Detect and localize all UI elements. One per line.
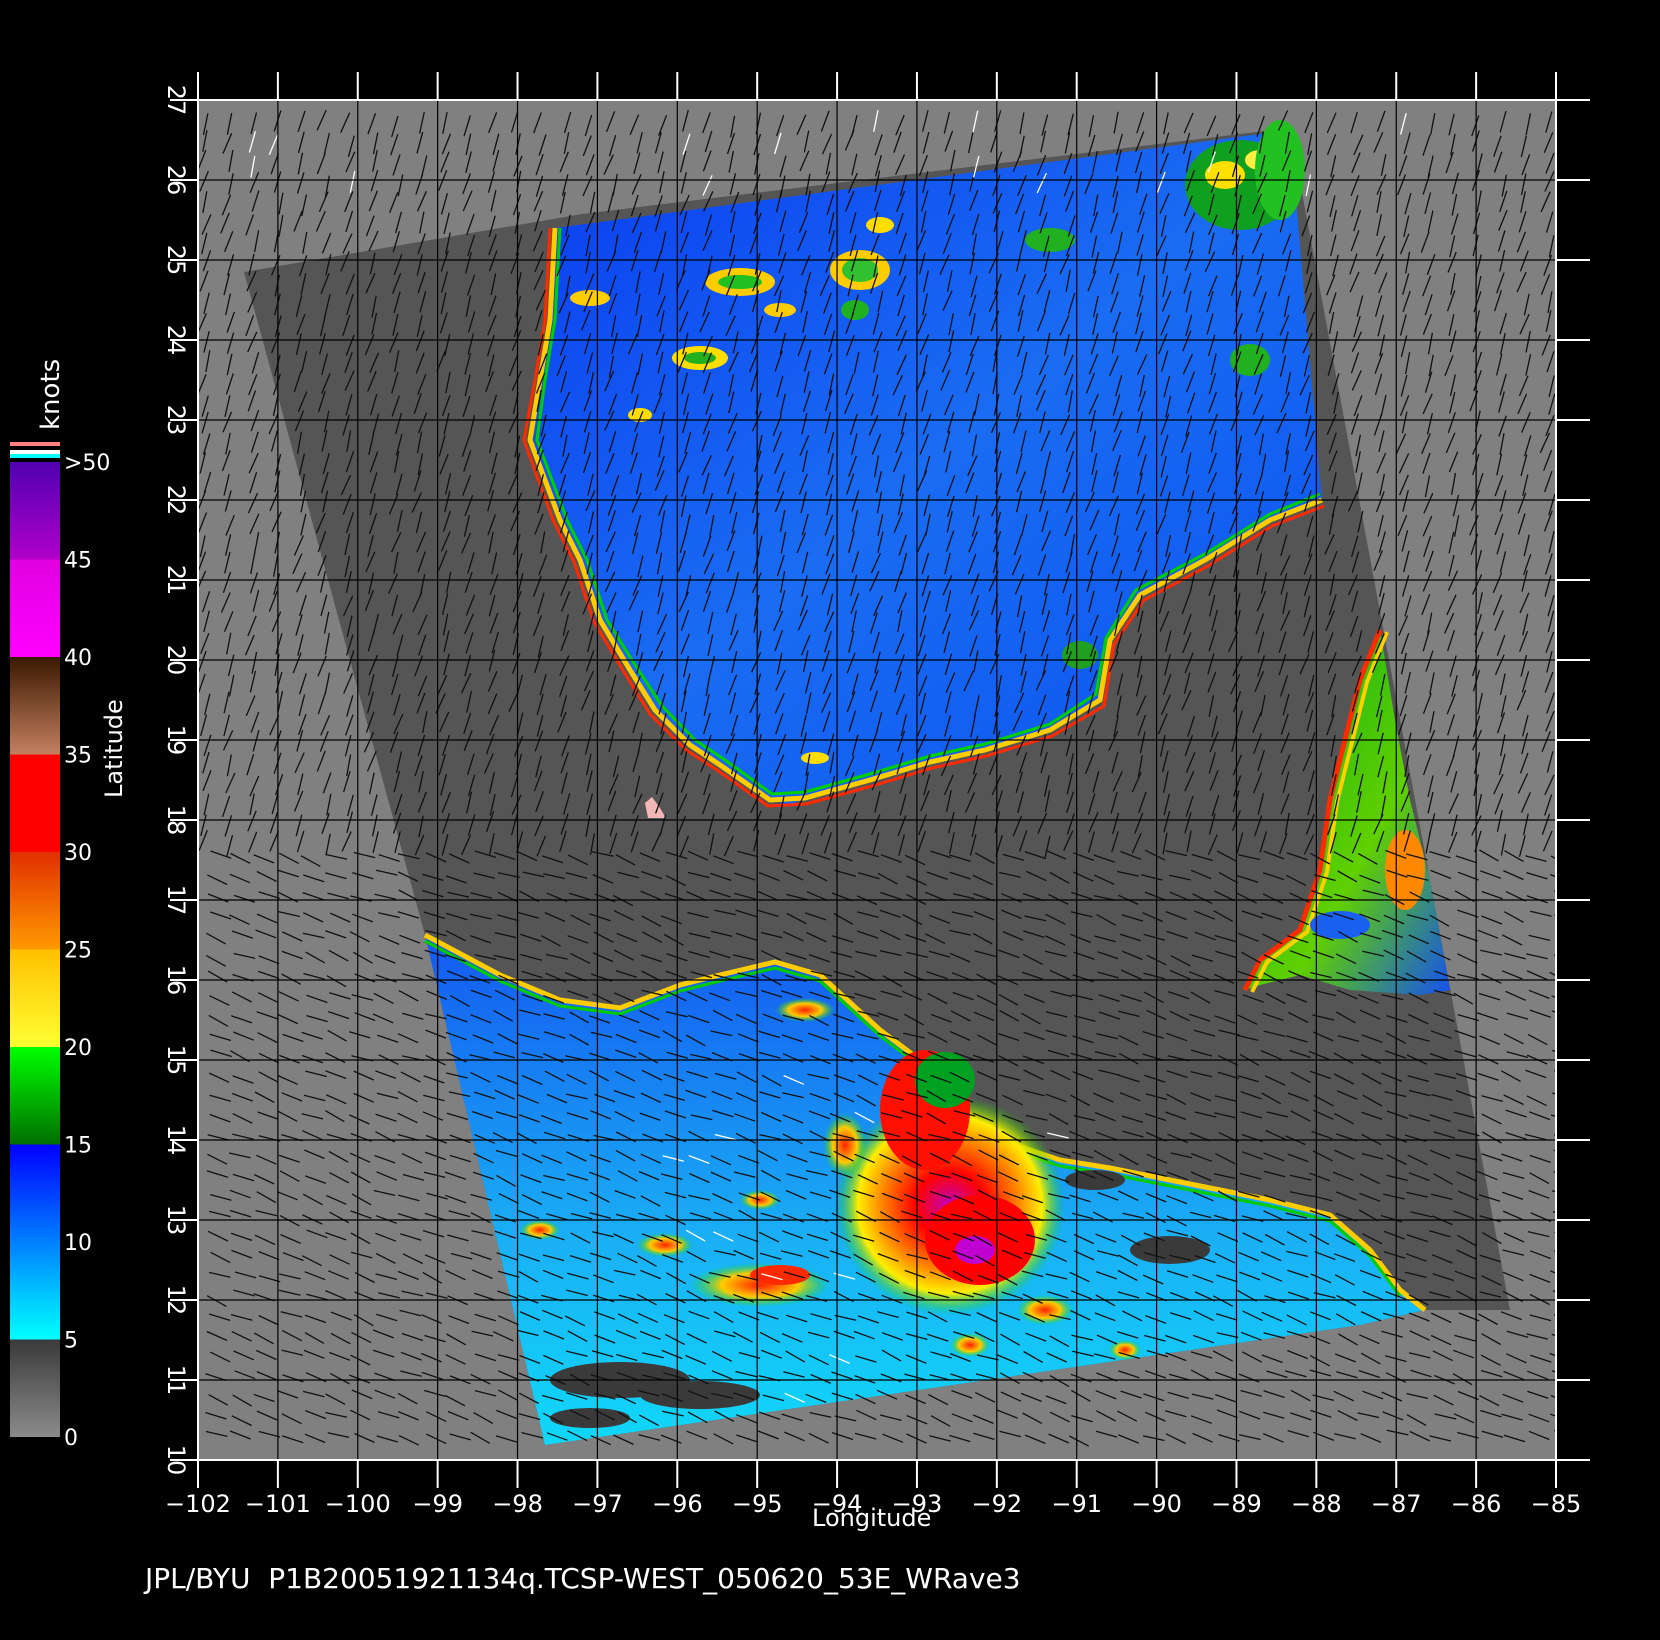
wind-vector	[1553, 1314, 1556, 1317]
colorbar-band	[10, 559, 60, 657]
y-tick-label: 10	[162, 1445, 190, 1476]
colorbar-label: 35	[64, 744, 92, 769]
colorbar-label: 10	[64, 1231, 92, 1256]
x-tick-label: −97	[572, 1490, 623, 1518]
colorbar-unit: knots	[36, 358, 66, 430]
y-tick-label: 23	[162, 405, 190, 436]
colorbar-band	[10, 657, 60, 755]
x-tick-label: −102	[165, 1490, 231, 1518]
y-tick-label: 21	[162, 565, 190, 596]
wind-map: −102 −101 −100 −99 −98 −97 −96 −95 −94 −93 −92 −91−…	[10, 72, 1590, 1518]
y-tick-label: 26	[162, 165, 190, 196]
x-tick-label: −85	[1531, 1490, 1582, 1518]
colorbar-labels: >50 45 40 35 30 25 20 15 10 5 0	[64, 451, 110, 1451]
x-tick-label: −86	[1451, 1490, 1502, 1518]
y-tick-label: 24	[162, 325, 190, 356]
colorbar-band	[10, 949, 60, 1047]
colorbar-cap-stripe	[10, 442, 60, 446]
wind-vector	[1554, 1231, 1556, 1234]
wind-vector	[1553, 890, 1556, 893]
colorbar-cap-stripe	[10, 446, 60, 450]
product-credit: JPL/BYU P1B20051921134q.TCSP-WEST_050620…	[145, 1562, 1021, 1595]
y-tick-label: 19	[162, 725, 190, 756]
x-tick-label: −92	[971, 1490, 1022, 1518]
colorbar-band	[10, 462, 60, 560]
y-tick-label: 16	[162, 965, 190, 996]
colorbar-band	[10, 852, 60, 950]
y-tick-label: 13	[162, 1205, 190, 1236]
wind-vector	[1554, 932, 1556, 935]
y-tick-label: 27	[162, 85, 190, 116]
x-tick-label: −91	[1051, 1490, 1102, 1518]
y-axis-title: Latitude	[100, 699, 128, 798]
colorbar	[10, 442, 60, 1437]
x-tick-label: −87	[1371, 1490, 1422, 1518]
colorbar-band	[10, 1144, 60, 1340]
colorbar-label: 45	[64, 549, 92, 574]
colorbar-label: 20	[64, 1036, 92, 1061]
y-tick-label: 15	[162, 1045, 190, 1076]
wind-vector	[1553, 1070, 1556, 1072]
x-tick-label: −96	[652, 1490, 703, 1518]
colorbar-band	[10, 754, 60, 852]
y-tick-label: 22	[162, 485, 190, 516]
y-tick-labels: 10 11 12 13 14 15 16 17 18 19 20 21 22 23 24 25 26 27	[162, 85, 190, 1476]
x-tick-label: −88	[1291, 1490, 1342, 1518]
wind-vector	[1553, 954, 1556, 957]
wind-vector	[1553, 1250, 1556, 1253]
colorbar-label: 25	[64, 939, 92, 964]
x-axis-title: Longitude	[812, 1504, 932, 1532]
y-tick-label: 12	[162, 1285, 190, 1316]
colorbar-label: 15	[64, 1134, 92, 1159]
x-tick-label: −89	[1211, 1490, 1262, 1518]
colorbar-cap-stripe	[10, 450, 60, 454]
y-tick-label: 25	[162, 245, 190, 276]
y-tick-label: 17	[162, 885, 190, 916]
colorbar-label: 5	[64, 1329, 78, 1354]
colorbar-label: 40	[64, 646, 92, 671]
colorbar-band	[10, 1047, 60, 1145]
colorbar-band	[10, 1339, 60, 1437]
x-tick-label: −100	[325, 1490, 391, 1518]
y-tick-label: 18	[162, 805, 190, 836]
x-tick-label: −98	[492, 1490, 543, 1518]
x-tick-label: −95	[732, 1490, 783, 1518]
x-tick-label: −101	[245, 1490, 311, 1518]
x-tick-label: −99	[412, 1490, 463, 1518]
colorbar-label: >50	[64, 451, 110, 476]
wind-vector	[1554, 1429, 1556, 1432]
y-tick-label: 11	[162, 1365, 190, 1396]
y-tick-label: 14	[162, 1125, 190, 1156]
colorbar-cap-stripe	[10, 454, 60, 458]
x-tick-label: −90	[1131, 1490, 1182, 1518]
wind-vector	[1554, 1033, 1556, 1035]
colorbar-label: 0	[64, 1426, 78, 1451]
colorbar-label: 30	[64, 841, 92, 866]
y-tick-label: 20	[162, 645, 190, 676]
wind-vector	[1554, 914, 1556, 917]
